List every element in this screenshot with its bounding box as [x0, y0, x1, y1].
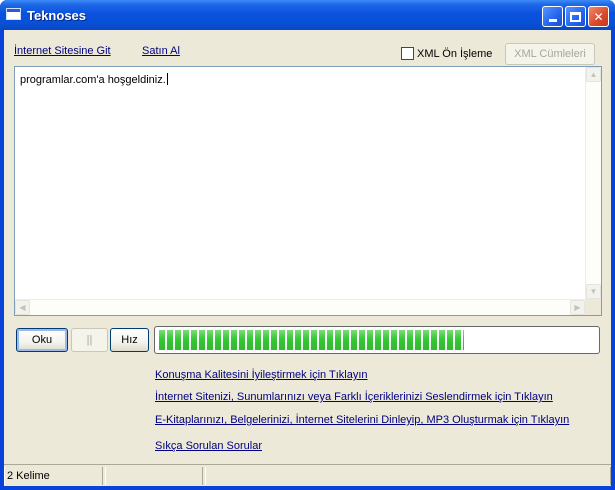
- status-word-count: 2 Kelime: [4, 467, 103, 485]
- scroll-up-icon[interactable]: ▲: [586, 67, 601, 82]
- scrollbar-corner: [585, 299, 601, 315]
- horizontal-scrollbar[interactable]: ◀ ▶: [15, 299, 585, 315]
- status-pane-3: [205, 467, 611, 485]
- help-link-website-voice[interactable]: İnternet Sitenizi, Sunumlarınızı veya Fa…: [155, 391, 553, 403]
- text-input-area[interactable]: programlar.com'a hoşgeldiniz. ▲ ▼ ◀ ▶: [14, 66, 602, 316]
- xml-sentences-button[interactable]: XML Cümleleri: [505, 43, 595, 65]
- app-window: Teknoses ✕ İnternet Sitesine Git Satın A…: [0, 0, 615, 490]
- xml-preprocess-option[interactable]: XML Ön İşleme: [401, 47, 492, 60]
- scroll-down-icon[interactable]: ▼: [586, 284, 601, 299]
- maximize-button[interactable]: [565, 6, 586, 27]
- window-app-icon[interactable]: [6, 8, 21, 20]
- status-bar: 2 Kelime: [4, 464, 611, 486]
- title-bar[interactable]: Teknoses ✕: [0, 0, 615, 30]
- text-caret: [166, 73, 168, 85]
- minimize-icon: [548, 19, 557, 22]
- client-area: İnternet Sitesine Git Satın Al XML Ön İş…: [4, 30, 611, 486]
- help-link-ebook-mp3[interactable]: E-Kitaplarınızı, Belgelerinizi, İnternet…: [155, 414, 569, 426]
- close-icon: ✕: [593, 9, 604, 24]
- vertical-scrollbar[interactable]: ▲ ▼: [585, 67, 601, 299]
- progress-fill: [159, 330, 465, 350]
- xml-preprocess-checkbox[interactable]: [401, 47, 414, 60]
- website-link[interactable]: İnternet Sitesine Git: [14, 45, 111, 57]
- close-button[interactable]: ✕: [588, 6, 609, 27]
- reading-progress-bar: [154, 326, 600, 354]
- speed-button[interactable]: Hız: [110, 328, 149, 352]
- pause-button[interactable]: ||: [71, 328, 108, 352]
- scroll-right-icon[interactable]: ▶: [570, 300, 585, 315]
- editor-text: programlar.com'a hoşgeldiniz.: [20, 74, 166, 86]
- scroll-left-icon[interactable]: ◀: [15, 300, 30, 315]
- minimize-button[interactable]: [542, 6, 563, 27]
- maximize-icon: [570, 11, 581, 22]
- help-link-faq[interactable]: Sıkça Sorulan Sorular: [155, 440, 262, 452]
- read-button[interactable]: Oku: [16, 328, 68, 352]
- help-link-speech-quality[interactable]: Konuşma Kalitesini İyileştirmek için Tık…: [155, 369, 368, 381]
- buy-link[interactable]: Satın Al: [142, 45, 180, 57]
- window-title: Teknoses: [27, 8, 87, 23]
- xml-preprocess-label[interactable]: XML Ön İşleme: [417, 48, 492, 60]
- status-pane-2: [105, 467, 203, 485]
